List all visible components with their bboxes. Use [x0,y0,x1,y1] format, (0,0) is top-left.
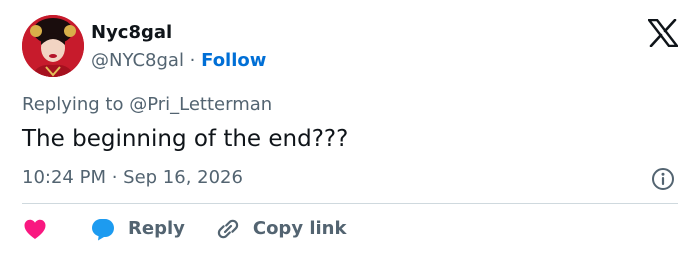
divider [22,203,678,204]
tweet-timestamp[interactable]: 10:24 PM · Sep 16, 2026 [22,166,243,190]
speech-bubble-icon [92,219,114,241]
author-handle[interactable]: @NYC8gal [91,50,184,71]
reply-button[interactable]: Reply [48,216,185,242]
replying-to-line: Replying to @Pri_Letterman [22,93,272,117]
avatar[interactable] [22,15,84,77]
timestamp-separator: · [105,167,124,188]
embedded-tweet-card: Nyc8gal @NYC8gal · Follow Replying to @P… [0,0,700,256]
action-bar: Reply Copy link [22,214,346,244]
author-display-name[interactable]: Nyc8gal [91,21,266,45]
heart-icon [24,219,46,239]
tweet-text: The beginning of the end??? [22,126,349,152]
handle-separator: · [183,50,202,71]
copy-link-button[interactable]: Copy link [185,216,347,242]
author-block: Nyc8gal @NYC8gal · Follow [91,21,266,73]
follow-button[interactable]: Follow [201,50,266,71]
author-handle-row: @NYC8gal · Follow [91,49,266,73]
tweet-date: Sep 16, 2026 [123,167,243,188]
replying-prefix: Replying to [22,94,130,115]
replying-handle[interactable]: @Pri_Letterman [129,94,272,115]
like-button[interactable] [22,216,48,242]
reply-label: Reply [128,218,185,239]
tweet-time: 10:24 PM [22,167,106,188]
copy-link-label: Copy link [252,218,347,239]
link-icon [217,219,239,239]
x-logo-icon[interactable] [648,19,678,47]
info-icon[interactable] [651,167,675,191]
avatar-image [22,15,84,77]
